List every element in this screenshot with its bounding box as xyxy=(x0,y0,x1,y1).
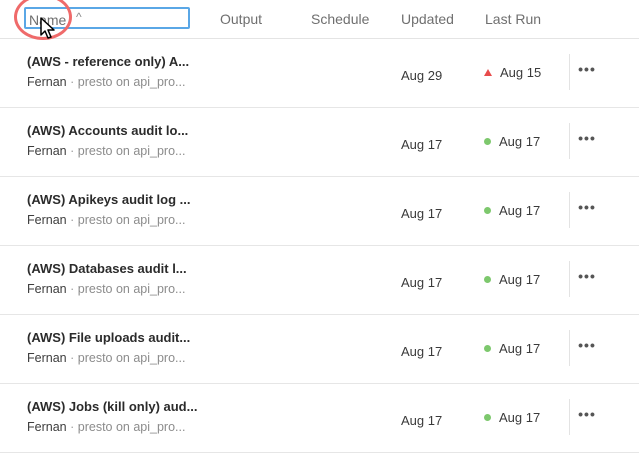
sort-asc-icon[interactable]: ^ xyxy=(76,10,82,24)
column-divider xyxy=(569,192,570,228)
separator-dot: · xyxy=(70,144,75,158)
last-run-status: Aug 15 xyxy=(484,65,541,80)
more-horizontal-icon[interactable]: ••• xyxy=(577,268,597,284)
last-run-date: Aug 15 xyxy=(500,65,542,80)
last-run-date: Aug 17 xyxy=(499,272,541,287)
last-run-date: Aug 17 xyxy=(499,134,541,149)
success-dot-icon xyxy=(484,138,491,145)
last-run-date: Aug 17 xyxy=(499,203,541,218)
column-divider xyxy=(569,261,570,297)
engine-source: presto on api_pro... xyxy=(77,420,186,434)
last-run-date: Aug 17 xyxy=(499,341,541,356)
more-horizontal-icon[interactable]: ••• xyxy=(577,61,597,77)
schedule-column-header[interactable]: Schedule xyxy=(311,11,369,27)
table-row[interactable]: (AWS) Jobs (kill only) aud... Fernan · pr… xyxy=(0,383,639,453)
failed-triangle-icon xyxy=(484,69,492,76)
updated-date: Aug 17 xyxy=(401,413,443,428)
separator-dot: · xyxy=(70,75,75,89)
owner-name[interactable]: Fernan xyxy=(27,420,67,434)
query-subtitle: Fernan · presto on api_pro... xyxy=(27,351,185,365)
query-title-link[interactable]: (AWS) Databases audit l... xyxy=(27,261,187,276)
query-title-link[interactable]: (AWS) File uploads audit... xyxy=(27,330,190,345)
more-horizontal-icon[interactable]: ••• xyxy=(577,199,597,215)
more-horizontal-icon[interactable]: ••• xyxy=(577,406,597,422)
table-row[interactable]: (AWS) File uploads audit... Fernan · pres… xyxy=(0,314,639,384)
engine-source: presto on api_pro... xyxy=(77,144,186,158)
separator-dot: · xyxy=(70,420,75,434)
updated-date: Aug 17 xyxy=(401,275,443,290)
separator-dot: · xyxy=(70,351,75,365)
column-divider xyxy=(569,330,570,366)
owner-name[interactable]: Fernan xyxy=(27,213,67,227)
owner-name[interactable]: Fernan xyxy=(27,144,67,158)
last-run-column-header[interactable]: Last Run xyxy=(485,11,541,27)
updated-date: Aug 17 xyxy=(401,137,443,152)
table-row[interactable]: (AWS - reference only) A... Fernan · pres… xyxy=(0,38,639,108)
more-horizontal-icon[interactable]: ••• xyxy=(577,130,597,146)
query-title-link[interactable]: (AWS) Accounts audit lo... xyxy=(27,123,188,138)
updated-date: Aug 29 xyxy=(401,68,443,83)
last-run-status: Aug 17 xyxy=(484,134,540,149)
separator-dot: · xyxy=(70,213,75,227)
last-run-status: Aug 17 xyxy=(484,341,540,356)
query-title-link[interactable]: (AWS) Apikeys audit log ... xyxy=(27,192,190,207)
last-run-status: Aug 17 xyxy=(484,272,540,287)
table-header: Name ^ Output Schedule Updated Last Run xyxy=(0,0,639,39)
separator-dot: · xyxy=(70,282,75,296)
query-subtitle: Fernan · presto on api_pro... xyxy=(27,420,185,434)
column-divider xyxy=(569,123,570,159)
query-title-link[interactable]: (AWS - reference only) A... xyxy=(27,54,189,69)
engine-source: presto on api_pro... xyxy=(77,75,186,89)
query-subtitle: Fernan · presto on api_pro... xyxy=(27,75,185,89)
output-column-header[interactable]: Output xyxy=(220,11,262,27)
query-subtitle: Fernan · presto on api_pro... xyxy=(27,282,185,296)
query-subtitle: Fernan · presto on api_pro... xyxy=(27,213,185,227)
query-title-link[interactable]: (AWS) Jobs (kill only) aud... xyxy=(27,399,197,414)
table-row[interactable]: (AWS) Databases audit l... Fernan · prest… xyxy=(0,245,639,315)
success-dot-icon xyxy=(484,345,491,352)
engine-source: presto on api_pro... xyxy=(77,351,186,365)
success-dot-icon xyxy=(484,207,491,214)
owner-name[interactable]: Fernan xyxy=(27,351,67,365)
query-subtitle: Fernan · presto on api_pro... xyxy=(27,144,185,158)
last-run-status: Aug 17 xyxy=(484,203,540,218)
success-dot-icon xyxy=(484,414,491,421)
owner-name[interactable]: Fernan xyxy=(27,282,67,296)
table-row[interactable]: (AWS) Accounts audit lo... Fernan · prest… xyxy=(0,107,639,177)
column-divider xyxy=(569,399,570,435)
owner-name[interactable]: Fernan xyxy=(27,75,67,89)
column-divider xyxy=(569,54,570,90)
more-horizontal-icon[interactable]: ••• xyxy=(577,337,597,353)
engine-source: presto on api_pro... xyxy=(77,213,186,227)
updated-date: Aug 17 xyxy=(401,206,443,221)
table-row[interactable]: (AWS) Apikeys audit log ... Fernan · pres… xyxy=(0,176,639,246)
engine-source: presto on api_pro... xyxy=(77,282,186,296)
last-run-date: Aug 17 xyxy=(499,410,541,425)
success-dot-icon xyxy=(484,276,491,283)
updated-date: Aug 17 xyxy=(401,344,443,359)
updated-column-header[interactable]: Updated xyxy=(401,11,454,27)
last-run-status: Aug 17 xyxy=(484,410,540,425)
